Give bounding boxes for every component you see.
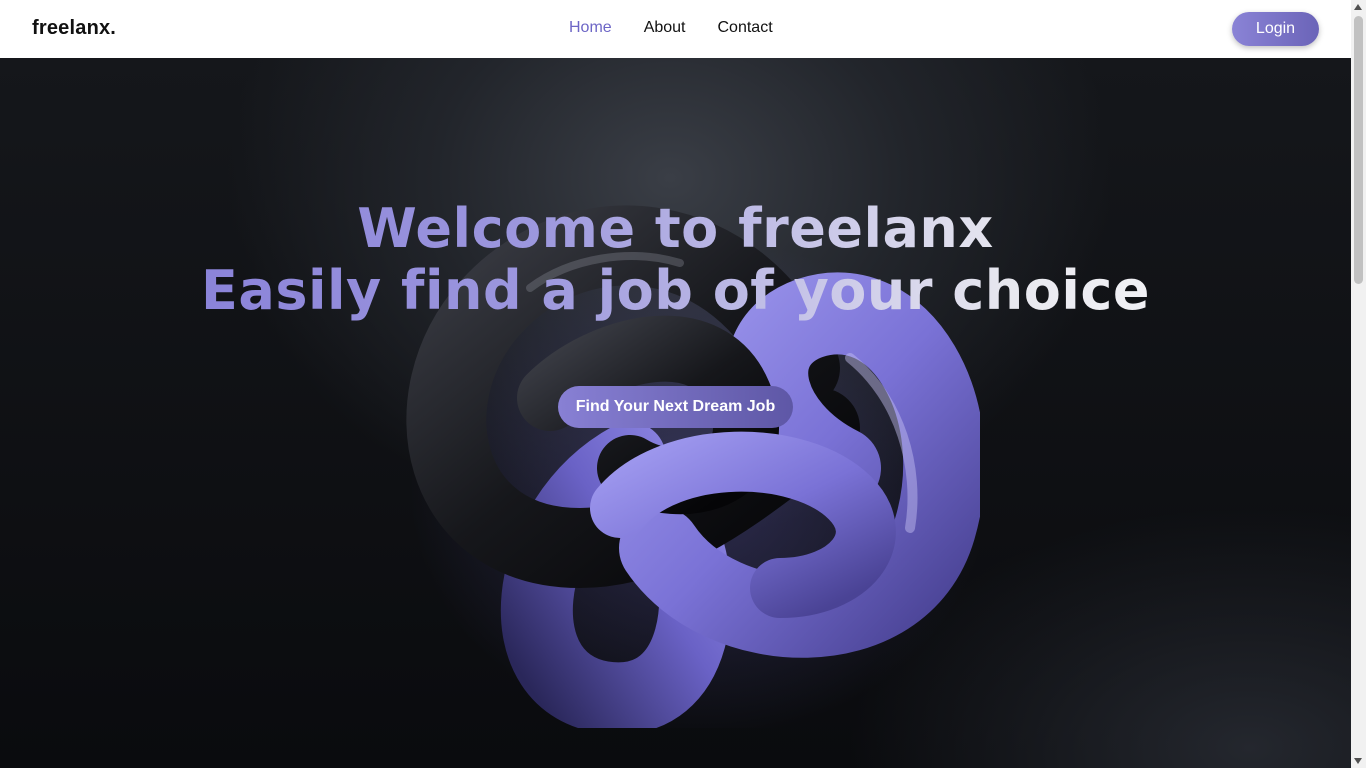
navbar: freelanx. Home About Contact Login [0,0,1351,58]
find-job-button[interactable]: Find Your Next Dream Job [558,386,793,428]
page: freelanx. Home About Contact Login Welco… [0,0,1366,768]
hero-title-line-2: Easily find a job of your choice [0,260,1351,322]
scroll-up-arrow-icon[interactable] [1354,4,1362,10]
scroll-down-arrow-icon[interactable] [1354,758,1362,764]
brand-logo[interactable]: freelanx. [32,17,116,40]
nav-links: Home About Contact [569,19,773,37]
nav-link-home[interactable]: Home [569,19,612,37]
hero-title-line-1: Welcome to freelanx [0,198,1351,260]
nav-link-about[interactable]: About [644,19,686,37]
nav-link-contact[interactable]: Contact [718,19,773,37]
hero-section: Welcome to freelanx Easily find a job of… [0,58,1351,768]
page-scrollbar[interactable] [1351,0,1366,768]
login-button[interactable]: Login [1232,12,1319,46]
scrollbar-thumb[interactable] [1354,16,1363,284]
hero-title: Welcome to freelanx Easily find a job of… [0,198,1351,322]
